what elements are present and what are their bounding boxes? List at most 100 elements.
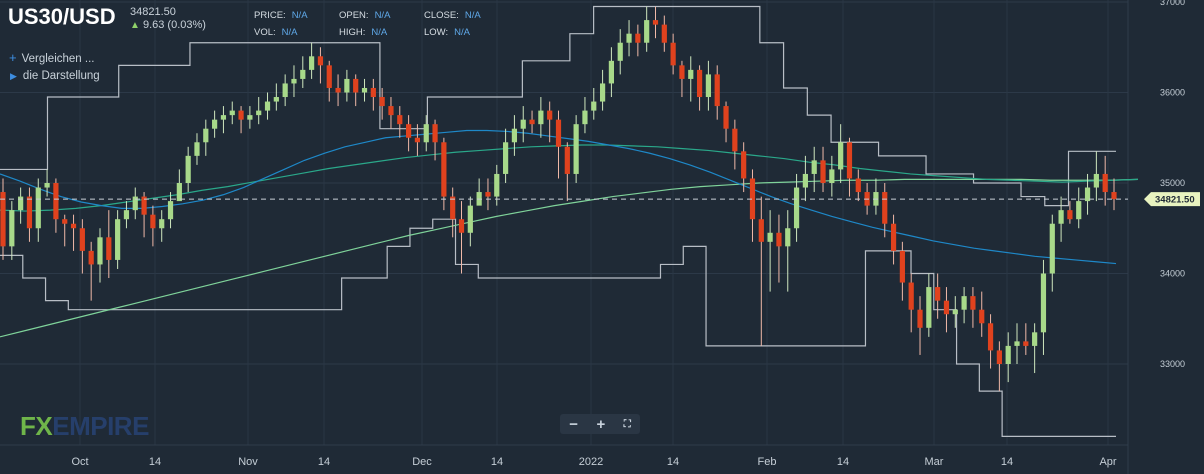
candle-body [256, 110, 262, 116]
candle-body [511, 128, 518, 143]
candle [326, 60, 332, 102]
candle [652, 6, 659, 39]
candle-body [890, 223, 897, 251]
candle [758, 196, 764, 346]
candle-body [203, 128, 209, 143]
candle [564, 142, 570, 202]
high-label: HIGH: [339, 27, 366, 38]
price-label: PRICE: [254, 10, 286, 21]
candle-body [18, 196, 24, 211]
display-button[interactable]: ▶ die Darstellung [10, 70, 100, 82]
candle-body [35, 187, 41, 229]
candle-body [309, 56, 315, 70]
candle-body [617, 42, 623, 61]
candle-body [1093, 173, 1099, 188]
candle [0, 178, 6, 260]
close-label: CLOSE: [424, 10, 459, 21]
candle [88, 241, 94, 301]
candle-body [1014, 341, 1020, 346]
candle [423, 115, 429, 152]
logo-fx: FX [20, 411, 53, 441]
compare-button[interactable]: + Vergleichen ... [9, 50, 94, 65]
candle-body [644, 20, 650, 43]
y-tick-label: 33000 [1160, 359, 1185, 369]
candle-body [379, 97, 385, 107]
candle [520, 106, 526, 143]
candle [811, 146, 817, 193]
candle [26, 187, 33, 242]
fullscreen-icon[interactable]: ⛶ [624, 419, 631, 430]
candle-body [317, 56, 324, 66]
y-tick-label: 37000 [1160, 0, 1185, 7]
candle-body [159, 219, 165, 229]
candle [732, 119, 738, 170]
y-tick-label: 34000 [1160, 269, 1185, 279]
candle-body [661, 24, 667, 43]
x-tick-label: 14 [667, 456, 679, 468]
candle [344, 69, 350, 102]
price-change-value: 9.63 (0.03%) [142, 19, 206, 31]
candle [617, 29, 623, 75]
candle [502, 128, 509, 183]
candle-body [776, 232, 782, 247]
candle-body [458, 219, 465, 233]
ohlc-high: HIGH: N/A [339, 27, 387, 38]
candle [450, 187, 456, 238]
candle [18, 187, 24, 224]
candle-body [573, 124, 579, 174]
candle-body [176, 183, 182, 202]
candle [793, 173, 800, 242]
candle [926, 273, 932, 337]
x-tick-label: 14 [1001, 456, 1013, 468]
low-value: N/A [454, 27, 470, 38]
candle-body [926, 287, 932, 328]
candle [829, 155, 835, 197]
zoom-in-button[interactable]: + [596, 416, 605, 433]
candle-body [397, 115, 403, 125]
candle-body [529, 119, 535, 125]
x-tick-label: Dec [412, 456, 432, 468]
candle-body [855, 178, 861, 193]
candle-body [361, 87, 368, 93]
candle-body [423, 124, 429, 143]
price-chart[interactable]: 33000 34000 35000 36000 37000 Oct 14 Nov 14 Dec 1… [0, 0, 1204, 474]
candle-body [335, 87, 341, 93]
candle [802, 155, 808, 202]
candle-body [899, 250, 905, 283]
channel-lower-line [0, 218, 1116, 437]
candle [573, 115, 579, 183]
candle [79, 219, 85, 274]
candle [1093, 151, 1099, 202]
candle [714, 65, 720, 120]
candle-body [44, 183, 50, 188]
candle [1014, 323, 1020, 364]
last-price-tag-label: 34821.50 [1155, 195, 1195, 206]
vol-label: VOL: [254, 27, 276, 38]
candle-body [591, 101, 597, 111]
candle [467, 196, 473, 247]
candle [220, 106, 227, 134]
candle [970, 287, 976, 328]
candle [132, 187, 138, 220]
x-tick-label: 14 [318, 456, 330, 468]
zoom-out-button[interactable]: − [569, 416, 578, 433]
logo-empire: EMPIRE [52, 411, 149, 441]
candle-body [1049, 223, 1055, 274]
candle [1058, 196, 1064, 242]
candle [159, 210, 165, 242]
candle [97, 228, 103, 283]
y-tick-label: 36000 [1160, 88, 1185, 98]
candle [300, 56, 306, 88]
candle-body [1102, 173, 1108, 193]
candle-body [53, 183, 59, 220]
candle-body [547, 110, 553, 120]
candle [670, 33, 676, 75]
candle [1005, 332, 1011, 383]
price-channel [0, 5, 1116, 437]
close-value: N/A [464, 10, 481, 21]
candle-body [264, 101, 271, 111]
candle [785, 210, 791, 292]
candle [406, 115, 412, 152]
candle-body [996, 350, 1002, 364]
candle-body [793, 187, 800, 229]
